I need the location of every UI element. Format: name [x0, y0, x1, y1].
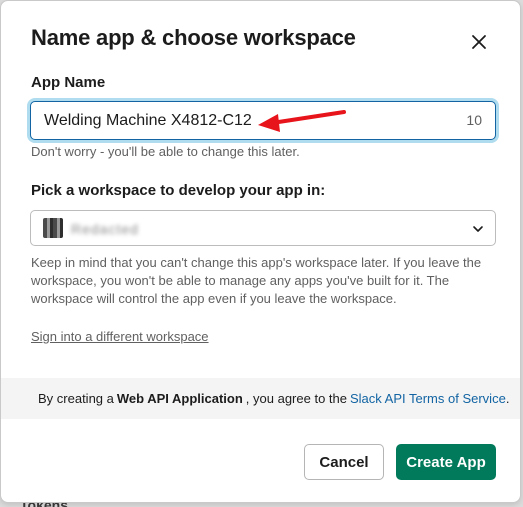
- sign-in-different-workspace-link[interactable]: Sign into a different workspace: [31, 329, 209, 344]
- workspace-label: Pick a workspace to develop your app in:: [31, 182, 326, 199]
- terms-prefix: By creating a: [38, 391, 114, 406]
- cancel-button[interactable]: Cancel: [304, 444, 384, 480]
- terms-notice: By creating a Web API Application , you …: [1, 378, 520, 419]
- workspace-avatar: [43, 218, 63, 238]
- workspace-hint: Keep in mind that you can't change this …: [31, 255, 482, 306]
- create-app-button[interactable]: Create App: [396, 444, 496, 480]
- workspace-name: Redacted: [71, 221, 139, 237]
- create-app-modal: Name app & choose workspace App Name 10 …: [0, 0, 521, 503]
- app-name-hint: Don't worry - you'll be able to change t…: [31, 144, 300, 159]
- modal-title: Name app & choose workspace: [31, 25, 356, 50]
- app-name-label: App Name: [31, 74, 106, 91]
- terms-middle: , you agree to the: [245, 391, 347, 406]
- workspace-select[interactable]: Redacted: [30, 210, 496, 246]
- chevron-down-icon: [473, 226, 483, 232]
- char-count: 10: [466, 112, 482, 128]
- close-icon: [472, 35, 486, 49]
- app-name-field[interactable]: 10: [30, 101, 496, 140]
- terms-of-service-link[interactable]: Slack API Terms of Service: [350, 391, 506, 406]
- terms-app-type: Web API Application: [116, 391, 243, 406]
- close-button[interactable]: [466, 29, 492, 55]
- terms-suffix: .: [505, 391, 510, 406]
- modal-header: Name app & choose workspace: [31, 25, 500, 57]
- app-name-input[interactable]: [44, 102, 424, 139]
